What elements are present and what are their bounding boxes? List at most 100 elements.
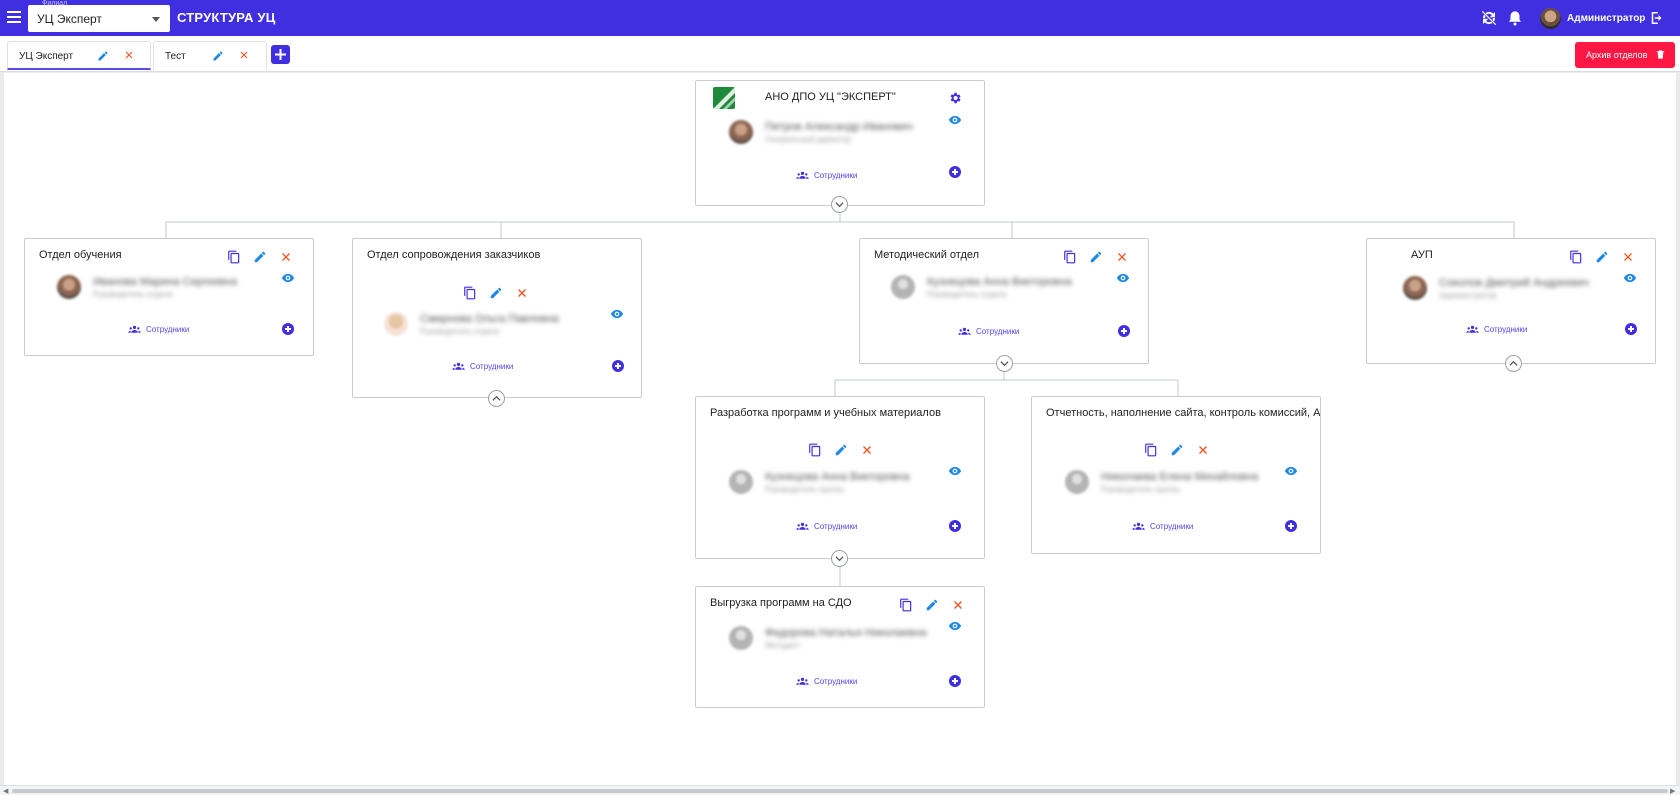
department-card[interactable]: Разработка программ и учебных материалов… — [695, 396, 985, 559]
copy-icon[interactable] — [463, 286, 477, 300]
close-icon[interactable] — [1115, 250, 1129, 264]
department-card[interactable]: Выгрузка программ на СДО Федорова Наталь… — [695, 586, 985, 708]
department-card[interactable]: АУП Соколов Дмитрий Андреевич Администра… — [1366, 238, 1656, 364]
add-tab-button[interactable] — [271, 45, 290, 64]
close-icon[interactable] — [515, 286, 529, 300]
copy-icon[interactable] — [899, 598, 913, 612]
tab-label: Тест — [165, 51, 186, 62]
logout-icon[interactable] — [1648, 9, 1666, 27]
employee-head[interactable]: Петров Александр Иванович Генеральный ди… — [729, 120, 913, 144]
add-employee-icon[interactable] — [949, 166, 961, 178]
employees-link[interactable]: Сотрудники — [452, 360, 513, 373]
department-card[interactable]: Отдел сопровождения заказчиков Смирнова … — [352, 238, 642, 398]
pencil-icon[interactable] — [253, 250, 267, 264]
add-employee-icon[interactable] — [1625, 323, 1637, 335]
add-employee-icon[interactable] — [949, 520, 961, 532]
employees-link[interactable]: Сотрудники — [128, 323, 189, 336]
copy-icon[interactable] — [1144, 443, 1158, 457]
employee-head[interactable]: Смирнова Ольга Павловна Руководитель отд… — [384, 312, 559, 336]
avatar — [1065, 470, 1089, 494]
app-root: Филиал УЦ Эксперт СТРУКТУРА УЦ Администр… — [0, 0, 1680, 795]
employee-head[interactable]: Кузнецова Анна Викторовна Руководитель г… — [729, 470, 910, 494]
eye-icon[interactable] — [281, 271, 295, 285]
eye-icon[interactable] — [948, 113, 962, 127]
department-card[interactable]: Отчетность, наполнение сайта, контроль к… — [1031, 396, 1321, 554]
scroll-left-icon[interactable]: ◀ — [3, 787, 8, 795]
employees-label: Сотрудники — [470, 362, 514, 371]
employees-link[interactable]: Сотрудники — [796, 675, 857, 688]
plus-icon — [275, 49, 286, 60]
employee-position: Руководитель группы — [765, 484, 845, 494]
add-employee-icon[interactable] — [1118, 325, 1130, 337]
close-icon[interactable] — [1196, 443, 1210, 457]
employee-head[interactable]: Николаева Елена Михайловна Руководитель … — [1065, 470, 1258, 494]
collapse-toggle[interactable] — [996, 355, 1013, 372]
employees-link[interactable]: Сотрудники — [796, 520, 857, 533]
pencil-icon[interactable] — [925, 598, 939, 612]
scroll-right-icon[interactable]: ▶ — [1670, 787, 1675, 795]
gear-icon[interactable] — [948, 91, 962, 105]
user-menu[interactable]: Администратор — [1540, 7, 1645, 29]
collapse-toggle[interactable] — [831, 550, 848, 567]
employees-link[interactable]: Сотрудники — [958, 325, 1019, 338]
horizontal-scrollbar[interactable]: ◀ ▶ — [0, 785, 1680, 795]
pencil-icon[interactable] — [212, 50, 224, 62]
employee-head[interactable]: Иванова Марина Сергеевна Руководитель от… — [57, 275, 237, 299]
pencil-icon[interactable] — [489, 286, 503, 300]
copy-icon[interactable] — [1569, 250, 1583, 264]
employee-head[interactable]: Соколов Дмитрий Андреевич Администратор — [1403, 276, 1589, 300]
employees-label: Сотрудники — [814, 171, 858, 180]
sync-off-icon[interactable] — [1480, 9, 1498, 27]
eye-icon[interactable] — [1623, 271, 1637, 285]
add-employee-icon[interactable] — [612, 360, 624, 372]
department-card-root[interactable]: АНО ДПО УЦ "ЭКСПЕРТ" Петров Александр Ив… — [695, 80, 985, 206]
expand-toggle[interactable] — [488, 390, 505, 407]
close-icon[interactable] — [123, 49, 135, 61]
avatar — [729, 120, 753, 144]
pencil-icon[interactable] — [1089, 250, 1103, 264]
employees-label: Сотрудники — [976, 327, 1020, 336]
pencil-icon[interactable] — [1595, 250, 1609, 264]
department-card[interactable]: Методический отдел Кузнецова Анна Виктор… — [859, 238, 1149, 364]
pencil-icon[interactable] — [97, 50, 109, 62]
scrollbar-thumb[interactable] — [12, 789, 1668, 793]
pencil-icon[interactable] — [834, 443, 848, 457]
employees-link[interactable]: Сотрудники — [1132, 520, 1193, 533]
employees-link[interactable]: Сотрудники — [796, 169, 857, 182]
add-employee-icon[interactable] — [282, 323, 294, 335]
user-name: Администратор — [1567, 12, 1646, 24]
copy-icon[interactable] — [227, 250, 241, 264]
employee-head[interactable]: Кузнецова Анна Викторовна Руководитель о… — [891, 275, 1072, 299]
org-select-label: Филиал — [42, 0, 68, 7]
add-employee-icon[interactable] — [949, 675, 961, 687]
add-employee-icon[interactable] — [1285, 520, 1297, 532]
close-icon[interactable] — [238, 49, 250, 61]
expand-toggle[interactable] — [1505, 355, 1522, 372]
archive-departments-button[interactable]: Архив отделов — [1575, 42, 1675, 68]
menu-icon[interactable] — [7, 11, 21, 23]
eye-icon[interactable] — [948, 464, 962, 478]
close-icon[interactable] — [279, 250, 293, 264]
collapse-toggle[interactable] — [831, 196, 848, 213]
employee-head[interactable]: Федорова Наталья Николаевна Методист — [729, 626, 927, 650]
copy-icon[interactable] — [808, 443, 822, 457]
archive-button-label: Архив отделов — [1586, 50, 1648, 60]
tab-uc-expert[interactable]: УЦ Эксперт — [7, 41, 151, 70]
eye-icon[interactable] — [610, 307, 624, 321]
eye-icon[interactable] — [948, 619, 962, 633]
pencil-icon[interactable] — [1170, 443, 1184, 457]
copy-icon[interactable] — [1063, 250, 1077, 264]
department-card[interactable]: Отдел обучения Иванова Марина Сергеевна … — [24, 238, 314, 356]
close-icon[interactable] — [860, 443, 874, 457]
close-icon[interactable] — [1621, 250, 1635, 264]
org-select[interactable]: Филиал УЦ Эксперт — [28, 0, 170, 32]
tab-test[interactable]: Тест — [153, 41, 267, 70]
bell-icon[interactable] — [1506, 9, 1524, 27]
eye-icon[interactable] — [1284, 464, 1298, 478]
people-icon — [128, 325, 141, 333]
eye-icon[interactable] — [1116, 271, 1130, 285]
page-title: СТРУКТУРА УЦ — [177, 10, 276, 25]
top-bar: Филиал УЦ Эксперт СТРУКТУРА УЦ Администр… — [0, 0, 1680, 36]
close-icon[interactable] — [951, 598, 965, 612]
employees-link[interactable]: Сотрудники — [1466, 323, 1527, 336]
